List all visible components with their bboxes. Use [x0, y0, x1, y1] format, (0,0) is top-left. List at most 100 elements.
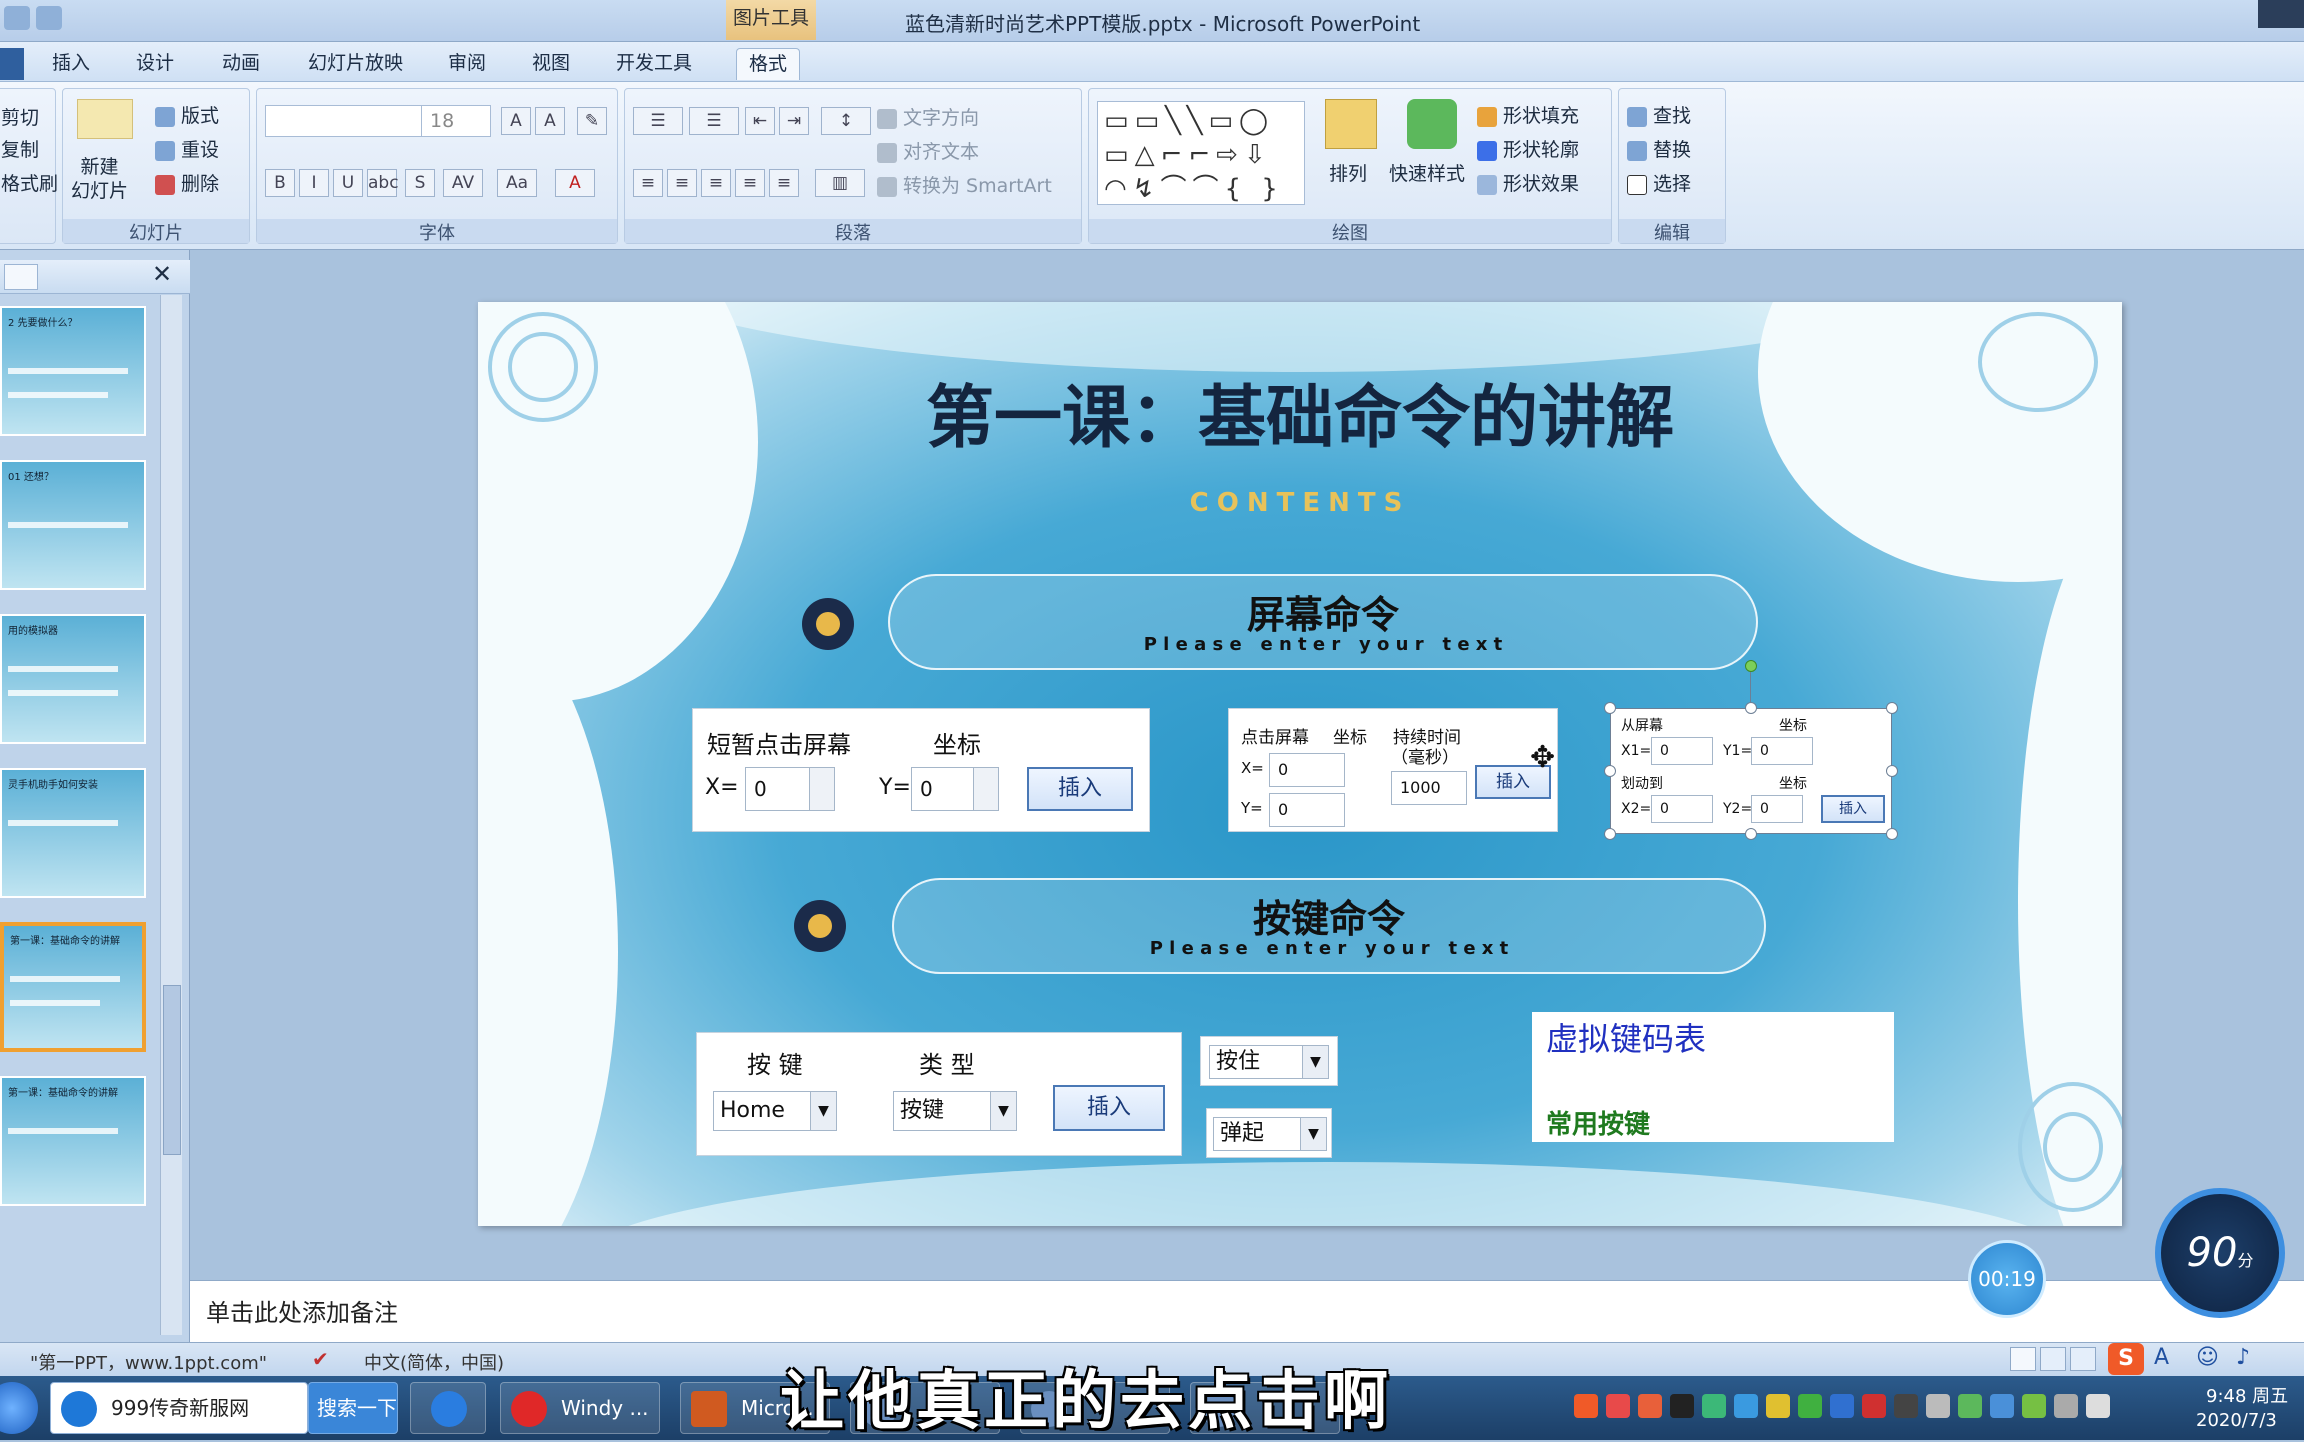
fox-icon[interactable] — [1894, 1394, 1918, 1418]
undo-icon[interactable] — [4, 6, 30, 30]
slideshow-view-icon[interactable] — [2070, 1347, 2096, 1371]
network-icon[interactable] — [1990, 1394, 2014, 1418]
browser-address-box[interactable]: 999传奇新服网 — [50, 1382, 308, 1434]
delete-slide-button[interactable]: 删除 — [155, 169, 219, 196]
resize-handle[interactable] — [1886, 765, 1898, 777]
resize-handle[interactable] — [1886, 828, 1898, 840]
shadow-icon[interactable]: S — [405, 169, 435, 197]
clear-format-icon[interactable]: ✎ — [577, 107, 607, 135]
new-slide-icon[interactable] — [77, 99, 133, 139]
tray-icon[interactable] — [1862, 1394, 1886, 1418]
tab-review[interactable]: 审阅 — [436, 48, 498, 80]
search-button[interactable]: 搜索一下 — [308, 1382, 398, 1434]
grow-font-icon[interactable]: A — [501, 107, 531, 135]
shape-outline-button[interactable]: 形状轮廓 — [1477, 135, 1579, 162]
taskbar-app-sogou[interactable] — [410, 1382, 486, 1434]
strikethrough-icon[interactable]: abc — [367, 169, 399, 197]
slide-thumbnail[interactable]: 灵手机助手如何安装 — [0, 768, 146, 898]
tap-x-spinner[interactable] — [809, 767, 835, 811]
sogou-ime-icon[interactable]: S — [2108, 1343, 2144, 1375]
arrange-icon[interactable] — [1325, 99, 1377, 149]
swipe-x1-input[interactable]: 0 — [1651, 737, 1713, 765]
release-select[interactable]: 弹起 ▼ — [1213, 1117, 1327, 1151]
slide-thumbnail[interactable]: 用的模拟器 — [0, 614, 146, 744]
swipe-y2-input[interactable]: 0 — [1751, 795, 1803, 823]
tray-icon[interactable] — [1638, 1394, 1662, 1418]
align-center-icon[interactable]: ≡ — [667, 169, 697, 197]
slide-thumbnail[interactable]: 第一课：基础命令的讲解 — [0, 1076, 146, 1206]
quick-styles-icon[interactable] — [1407, 99, 1457, 149]
slide-thumbnail[interactable]: 2 先要做什么？ — [0, 306, 146, 436]
tab-animation[interactable]: 动画 — [210, 48, 272, 80]
tab-insert[interactable]: 插入 — [40, 48, 102, 80]
ime-mode-icon[interactable]: A — [2154, 1345, 2169, 1370]
tap-insert-button[interactable]: 插入 — [1027, 767, 1133, 811]
press-duration-input[interactable]: 1000 — [1391, 771, 1467, 805]
increase-indent-icon[interactable]: ⇥ — [779, 107, 809, 135]
align-left-icon[interactable]: ≡ — [633, 169, 663, 197]
thumbnail-scrollbar[interactable] — [160, 295, 182, 1335]
slide-thumbnail[interactable]: 01 还想？ — [0, 460, 146, 590]
start-button[interactable] — [0, 1382, 38, 1434]
change-case-icon[interactable]: Aa — [497, 169, 537, 197]
taskbar-app-windy[interactable]: Windy ... — [500, 1382, 660, 1434]
distributed-icon[interactable]: ≡ — [769, 169, 799, 197]
tab-slideshow[interactable]: 幻灯片放映 — [296, 48, 415, 80]
hold-select[interactable]: 按住 ▼ — [1209, 1045, 1329, 1079]
tap-y-input[interactable]: 0 — [911, 767, 979, 811]
smartart-button[interactable]: 转换为 SmartArt — [877, 171, 1052, 198]
swipe-insert-button[interactable]: 插入 — [1821, 795, 1885, 823]
virtual-keycode-link[interactable]: 虚拟键码表 — [1546, 1014, 1706, 1060]
arrange-button[interactable]: 排列 — [1329, 159, 1367, 186]
resize-handle[interactable] — [1745, 702, 1757, 714]
key-select[interactable]: Home ▼ — [713, 1091, 837, 1131]
rotate-handle[interactable] — [1745, 660, 1757, 672]
press-y-input[interactable]: 0 — [1269, 793, 1345, 827]
tray-icon[interactable] — [1798, 1394, 1822, 1418]
swipe-y1-input[interactable]: 0 — [1751, 737, 1813, 765]
resize-handle[interactable] — [1886, 702, 1898, 714]
language-status[interactable]: 中文(简体，中国) — [364, 1349, 504, 1375]
sorter-view-icon[interactable] — [2040, 1347, 2066, 1371]
clock-date[interactable]: 2020/7/3 — [2196, 1410, 2277, 1431]
tap-y-spinner[interactable] — [973, 767, 999, 811]
font-color-icon[interactable]: A — [555, 169, 595, 197]
copy-button[interactable]: 复制 — [1, 135, 39, 162]
align-text-button[interactable]: 对齐文本 — [877, 137, 979, 164]
font-name-input[interactable] — [265, 105, 425, 137]
tray-icon[interactable] — [1606, 1394, 1630, 1418]
nvidia-icon[interactable] — [2022, 1394, 2046, 1418]
swipe-x2-input[interactable]: 0 — [1651, 795, 1713, 823]
close-window-button[interactable] — [2258, 0, 2304, 28]
notification-icon[interactable] — [1926, 1394, 1950, 1418]
key-insert-button[interactable]: 插入 — [1053, 1085, 1165, 1131]
italic-icon[interactable]: I — [299, 169, 329, 197]
replace-button[interactable]: 替换 — [1627, 135, 1691, 162]
shape-effects-button[interactable]: 形状效果 — [1477, 169, 1579, 196]
swipe-panel-selected[interactable]: 从屏幕 坐标 X1= 0 Y1= 0 划动到 坐标 X2= 0 Y2= 0 插入 — [1610, 708, 1892, 834]
shrink-font-icon[interactable]: A — [535, 107, 565, 135]
slide-canvas[interactable]: 第一课：基础命令的讲解 CONTENTS 屏幕命令 P l e a s e e … — [478, 302, 2122, 1226]
office-button[interactable] — [0, 48, 24, 80]
resize-handle[interactable] — [1604, 828, 1616, 840]
layout-button[interactable]: 版式 — [155, 101, 219, 128]
text-direction-button[interactable]: 文字方向 — [877, 103, 979, 130]
select-button[interactable]: 选择 — [1627, 169, 1691, 196]
bullets-icon[interactable]: ☰ — [633, 107, 683, 135]
shapes-gallery[interactable]: ▭▭╲╲▭◯ ▭△⌐⌐⇨⇩ ◠↯⌒⌒{ } — [1097, 101, 1305, 205]
clock-time[interactable]: 9:48 周五 — [2206, 1382, 2288, 1408]
tab-format[interactable]: 格式 — [736, 48, 801, 80]
microphone-icon[interactable]: ♪ — [2236, 1345, 2250, 1370]
font-size-input[interactable]: 18 — [421, 105, 491, 137]
tray-icon[interactable] — [1734, 1394, 1758, 1418]
new-slide-button[interactable]: 新建 幻灯片 — [71, 155, 128, 203]
tray-icon[interactable] — [2054, 1394, 2078, 1418]
picture-tools-context-tab[interactable]: 图片工具 — [726, 0, 816, 40]
scrollbar-thumb[interactable] — [163, 985, 181, 1155]
find-button[interactable]: 查找 — [1627, 101, 1691, 128]
quick-access-toolbar[interactable] — [4, 6, 104, 34]
columns-icon[interactable]: ▥ — [815, 169, 865, 197]
tray-icon[interactable] — [1702, 1394, 1726, 1418]
type-select[interactable]: 按键 ▼ — [893, 1091, 1017, 1131]
bold-icon[interactable]: B — [265, 169, 295, 197]
